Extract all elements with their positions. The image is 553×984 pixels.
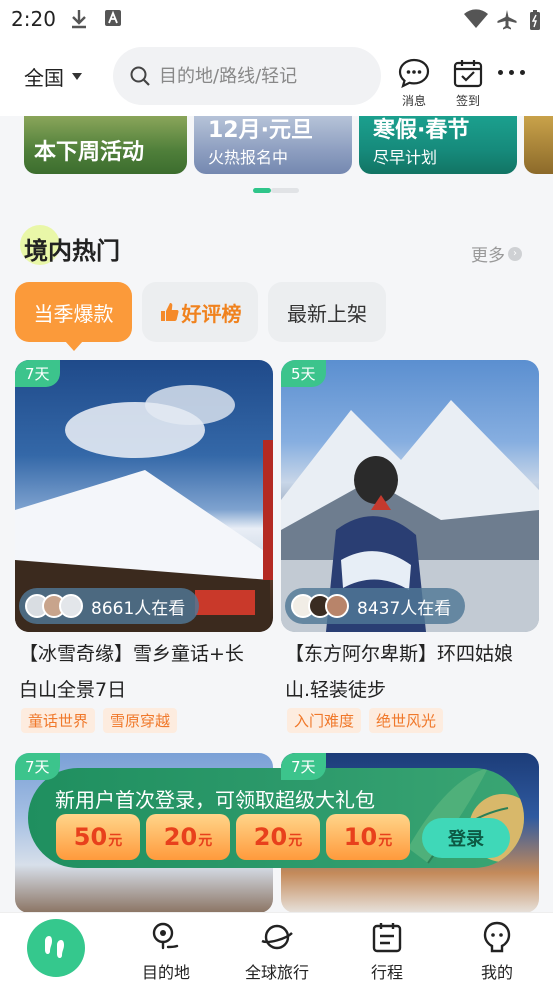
status-time: 2:20: [11, 7, 56, 31]
product-tags: 入门难度 绝世风光: [281, 708, 539, 733]
product-title: 【冰雪奇缘】雪乡童话+长 白山全景7日: [19, 643, 244, 701]
duration-badge: 7天: [15, 753, 60, 780]
search-icon: [130, 66, 150, 86]
pagination-dot-active: [253, 188, 271, 193]
airplane-mode-icon: [497, 10, 517, 30]
search-bar[interactable]: [113, 47, 381, 105]
profile-face-icon: [483, 921, 511, 953]
product-tag: 绝世风光: [369, 708, 444, 733]
thumbs-up-icon: [160, 303, 179, 321]
promo-text: 新用户首次登录，可领取超级大礼包: [55, 788, 375, 812]
messages-label: 消息: [401, 94, 426, 108]
banner-card-weekly[interactable]: 本下周活动: [24, 116, 187, 174]
banner-pagination: [253, 188, 299, 193]
viewer-avatars: [291, 594, 349, 618]
coupon: 50 元: [56, 814, 140, 860]
home-button[interactable]: [27, 919, 85, 977]
banner-card-winter[interactable]: 寒假·春节 尽早计划: [359, 116, 517, 174]
checkin-label: 签到: [455, 94, 480, 108]
nav-global-travel[interactable]: 全球旅行: [237, 921, 317, 983]
product-tag: 入门难度: [287, 708, 362, 733]
caret-down-icon: [72, 73, 82, 80]
region-selector[interactable]: 全国: [24, 62, 82, 91]
duration-badge: 7天: [15, 360, 60, 387]
tab-new-arrivals[interactable]: 最新上架: [268, 282, 386, 342]
calendar-icon: [372, 923, 402, 953]
coupon: 20 元: [236, 814, 320, 860]
planet-icon: [261, 924, 293, 950]
new-user-promo-banner[interactable]: 新用户首次登录，可领取超级大礼包 50 元 20 元 20 元 10 元 登录: [28, 768, 524, 868]
banner-card-newyear[interactable]: 12月·元旦 火热报名中: [194, 116, 352, 174]
footprints-icon: [45, 936, 64, 958]
product-tags: 童话世界 雪原穿越: [15, 708, 273, 733]
banner-card-partial[interactable]: [524, 116, 553, 174]
location-pin-icon: [152, 922, 179, 950]
search-input[interactable]: [159, 65, 359, 87]
product-image: 7天 8661人在看: [15, 360, 273, 632]
message-bubble-icon: [398, 58, 430, 88]
bottom-navigation: 目的地 全球旅行 行程 我的: [0, 912, 553, 984]
status-bar: 2:20: [0, 0, 553, 40]
product-image: 5天 8437人在看: [281, 360, 539, 632]
app-notification-icon: [105, 10, 121, 26]
watching-count: 8437人在看: [285, 588, 466, 624]
coupon: 20 元: [146, 814, 230, 860]
battery-icon: [530, 10, 540, 30]
more-options-icon[interactable]: [498, 70, 525, 75]
calendar-check-icon: [453, 60, 483, 88]
product-card[interactable]: 5天 8437人在看 【东方阿尔卑斯】环四姑娘 山.轻装徒步 入门难度 绝世风光: [281, 360, 539, 733]
product-tag: 雪原穿越: [103, 708, 178, 733]
nav-profile[interactable]: 我的: [457, 921, 537, 983]
checkin-button[interactable]: 签到: [448, 58, 488, 109]
wifi-icon: [464, 9, 488, 28]
promo-login-button[interactable]: 登录: [422, 818, 510, 858]
section-title: 境内热门: [20, 225, 120, 266]
duration-badge: 5天: [281, 360, 326, 387]
product-title: 【东方阿尔卑斯】环四姑娘 山.轻装徒步: [285, 643, 514, 701]
tab-seasonal-hot[interactable]: 当季爆款: [15, 282, 132, 351]
tab-top-rated[interactable]: 好评榜: [142, 282, 258, 342]
messages-button[interactable]: 消息: [394, 58, 434, 109]
product-card[interactable]: 7天 8661人在看 【冰雪奇缘】雪乡童话+长 白山全景7日 童话世界 雪原穿越: [15, 360, 273, 733]
watching-count: 8661人在看: [19, 588, 200, 624]
chevron-right-icon: ›: [508, 246, 522, 261]
coupon: 10 元: [326, 814, 410, 860]
nav-itinerary[interactable]: 行程: [347, 921, 427, 983]
download-icon: [72, 10, 86, 29]
top-header: 全国 消息 签到: [0, 40, 553, 116]
pagination-dot: [271, 188, 299, 193]
duration-badge: 7天: [281, 753, 326, 780]
section-more-link[interactable]: 更多 ›: [471, 241, 522, 266]
region-label: 全国: [24, 66, 64, 90]
nav-destination[interactable]: 目的地: [126, 921, 206, 983]
viewer-avatars: [25, 594, 83, 618]
product-tag: 童话世界: [21, 708, 96, 733]
